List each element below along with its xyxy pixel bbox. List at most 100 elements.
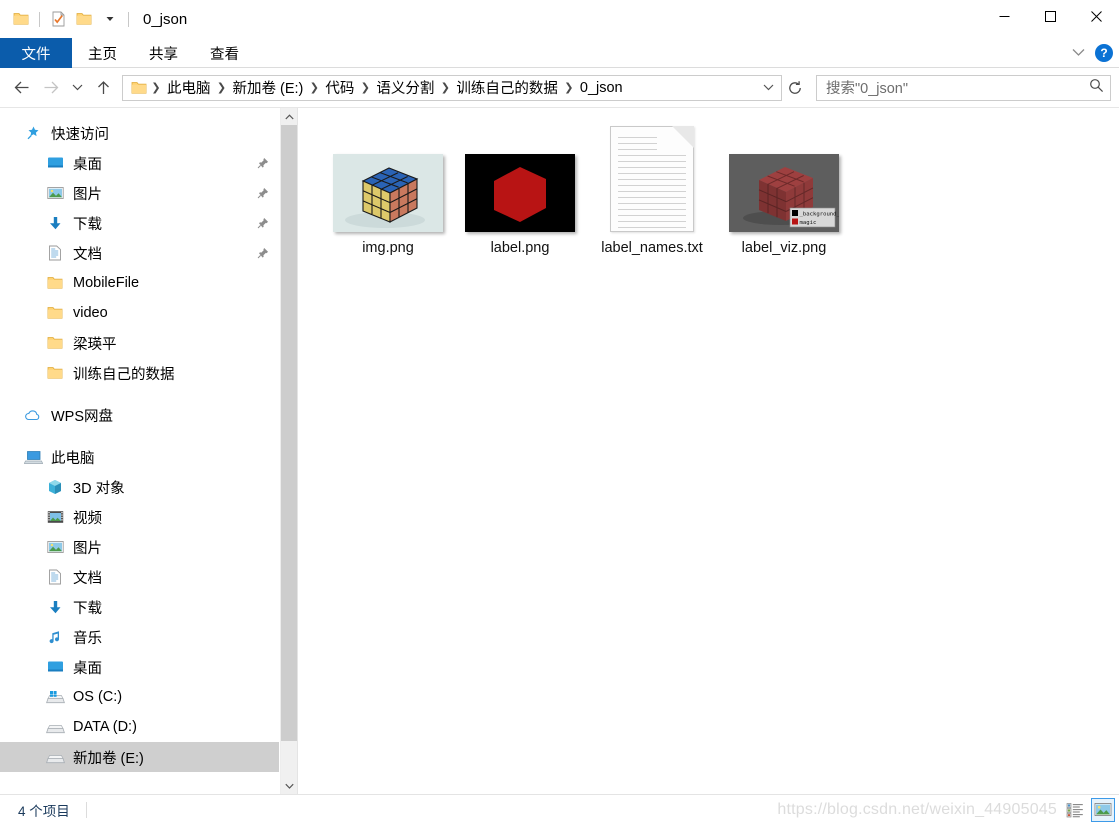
sidebar-item-label: 训练自己的数据 bbox=[73, 366, 175, 383]
image-rubiks-cube-thumbnail bbox=[333, 154, 443, 232]
breadcrumb-item-semantic-seg[interactable]: 语义分割 bbox=[372, 75, 438, 100]
file-item-img[interactable]: img.png bbox=[322, 122, 454, 260]
sidebar-item-desktop-pc[interactable]: 桌面 bbox=[0, 652, 279, 682]
file-grid: img.png label.png label_names.txt _backg… bbox=[298, 108, 1119, 260]
file-list-view[interactable]: img.png label.png label_names.txt _backg… bbox=[298, 108, 1119, 794]
file-item-label-viz[interactable]: _background_ magic label_viz.png bbox=[718, 122, 850, 260]
sidebar-item-own-training-data[interactable]: 训练自己的数据 bbox=[0, 358, 279, 388]
collapse-ribbon-icon[interactable] bbox=[1072, 44, 1085, 62]
sidebar-item-label: 视频 bbox=[73, 510, 102, 527]
sidebar-group-quick-access[interactable]: 快速访问 bbox=[0, 118, 279, 148]
chevron-down-icon[interactable] bbox=[97, 6, 123, 32]
sidebar-item-label: WPS网盘 bbox=[51, 408, 114, 425]
sidebar-item-label: video bbox=[73, 305, 108, 321]
breadcrumb-list: ❯ 此电脑 ❯ 新加卷 (E:) ❯ 代码 ❯ 语义分割 ❯ 训练自己的数据 ❯… bbox=[149, 75, 757, 100]
sidebar-item-label: OS (C:) bbox=[73, 689, 123, 705]
breadcrumb-separator: ❯ bbox=[151, 82, 161, 94]
desktop-icon bbox=[44, 657, 66, 677]
new-folder-icon[interactable] bbox=[71, 6, 97, 32]
tab-file[interactable]: 文件 bbox=[0, 38, 72, 68]
recent-locations-icon[interactable] bbox=[66, 73, 88, 103]
thumbnail-wrapper bbox=[333, 128, 443, 232]
sidebar-item-pictures[interactable]: 图片 bbox=[0, 178, 279, 208]
maximize-button[interactable] bbox=[1027, 0, 1073, 32]
properties-icon[interactable] bbox=[45, 6, 71, 32]
breadcrumb-dropdown-icon[interactable] bbox=[757, 76, 779, 100]
nav-group-spacer-2 bbox=[0, 430, 279, 442]
scroll-up-icon[interactable] bbox=[281, 108, 297, 125]
sidebar-item-label: 图片 bbox=[73, 540, 102, 557]
pin-icon[interactable] bbox=[255, 157, 271, 169]
status-divider bbox=[85, 801, 87, 818]
minimize-button[interactable] bbox=[981, 0, 1027, 32]
sidebar-item-documents[interactable]: 文档 bbox=[0, 238, 279, 268]
scrollbar-thumb[interactable] bbox=[281, 125, 297, 741]
star-pin-icon bbox=[22, 123, 44, 143]
folder-icon bbox=[44, 303, 66, 323]
thumbnail-wrapper bbox=[465, 128, 575, 232]
sidebar-item-documents-pc[interactable]: 文档 bbox=[0, 562, 279, 592]
sidebar-item-3d-objects[interactable]: 3D 对象 bbox=[0, 472, 279, 502]
folder-icon[interactable] bbox=[8, 6, 34, 32]
tab-home[interactable]: 主页 bbox=[72, 38, 133, 68]
search-input[interactable]: 搜索"0_json" bbox=[816, 74, 1111, 101]
scroll-down-icon[interactable] bbox=[281, 777, 297, 794]
file-item-label-names[interactable]: label_names.txt bbox=[586, 122, 718, 260]
pin-icon[interactable] bbox=[255, 187, 271, 199]
refresh-button[interactable] bbox=[782, 75, 808, 101]
explorer-body: 快速访问 桌面 图片 下载 文档 MobileFile video 梁瑛平 训练… bbox=[0, 108, 1119, 794]
breadcrumb[interactable]: ❯ 此电脑 ❯ 新加卷 (E:) ❯ 代码 ❯ 语义分割 ❯ 训练自己的数据 ❯… bbox=[122, 74, 782, 101]
sidebar-item-video[interactable]: video bbox=[0, 298, 279, 328]
sidebar-item-desktop[interactable]: 桌面 bbox=[0, 148, 279, 178]
this-pc-icon bbox=[22, 447, 44, 467]
up-button[interactable] bbox=[88, 73, 118, 103]
tab-view[interactable]: 查看 bbox=[194, 38, 255, 68]
sidebar-item-drive-d[interactable]: DATA (D:) bbox=[0, 712, 279, 742]
breadcrumb-item-0-json[interactable]: 0_json bbox=[576, 78, 627, 98]
sidebar-item-mobilefile[interactable]: MobileFile bbox=[0, 268, 279, 298]
file-name-label: label.png bbox=[490, 240, 550, 256]
sidebar-item-drive-e[interactable]: 新加卷 (E:) bbox=[0, 742, 279, 772]
sidebar-item-label: DATA (D:) bbox=[73, 719, 137, 735]
breadcrumb-item-this-pc[interactable]: 此电脑 bbox=[163, 75, 215, 100]
sidebar-scrollbar[interactable] bbox=[280, 108, 297, 794]
image-visualization-thumbnail: _background_ magic bbox=[729, 154, 839, 232]
pin-icon[interactable] bbox=[255, 217, 271, 229]
sidebar-item-label: 新加卷 (E:) bbox=[73, 750, 144, 767]
window-controls bbox=[981, 0, 1119, 32]
folder-icon bbox=[44, 273, 66, 293]
sidebar-item-downloads[interactable]: 下载 bbox=[0, 208, 279, 238]
breadcrumb-separator: ❯ bbox=[216, 82, 227, 94]
sidebar-item-drive-c[interactable]: OS (C:) bbox=[0, 682, 279, 712]
text-lines bbox=[618, 137, 686, 233]
sidebar-item-pictures-pc[interactable]: 图片 bbox=[0, 532, 279, 562]
breadcrumb-item-code[interactable]: 代码 bbox=[321, 75, 358, 100]
large-icons-view-icon[interactable] bbox=[1091, 797, 1115, 822]
breadcrumb-item-own-data[interactable]: 训练自己的数据 bbox=[452, 75, 562, 100]
breadcrumb-folder-icon bbox=[129, 81, 149, 95]
back-button[interactable] bbox=[6, 73, 36, 103]
close-button[interactable] bbox=[1073, 0, 1119, 32]
sidebar-item-videos[interactable]: 视频 bbox=[0, 502, 279, 532]
sidebar-item-label: 桌面 bbox=[73, 156, 102, 173]
details-view-icon[interactable] bbox=[1063, 798, 1087, 822]
3d-objects-icon bbox=[44, 477, 66, 497]
help-button[interactable]: ? bbox=[1095, 44, 1113, 62]
sidebar-item-label: 3D 对象 bbox=[73, 480, 125, 497]
sidebar-group-this-pc[interactable]: 此电脑 bbox=[0, 442, 279, 472]
sidebar-item-music[interactable]: 音乐 bbox=[0, 622, 279, 652]
drive-icon bbox=[44, 717, 66, 737]
breadcrumb-separator: ❯ bbox=[564, 82, 574, 94]
sidebar-item-label: 下载 bbox=[73, 600, 102, 617]
sidebar-item-liangyingping[interactable]: 梁瑛平 bbox=[0, 328, 279, 358]
file-item-label[interactable]: label.png bbox=[454, 122, 586, 260]
search-icon[interactable] bbox=[1089, 78, 1104, 98]
sidebar-item-wps-cloud[interactable]: WPS网盘 bbox=[0, 400, 279, 430]
sidebar-item-label: 文档 bbox=[73, 246, 102, 263]
pin-icon[interactable] bbox=[255, 247, 271, 259]
sidebar-item-downloads-pc[interactable]: 下载 bbox=[0, 592, 279, 622]
tab-share[interactable]: 共享 bbox=[133, 38, 194, 68]
forward-button[interactable] bbox=[36, 73, 66, 103]
breadcrumb-item-drive-e[interactable]: 新加卷 (E:) bbox=[229, 75, 308, 100]
thumbnail-wrapper: _background_ magic bbox=[729, 128, 839, 232]
